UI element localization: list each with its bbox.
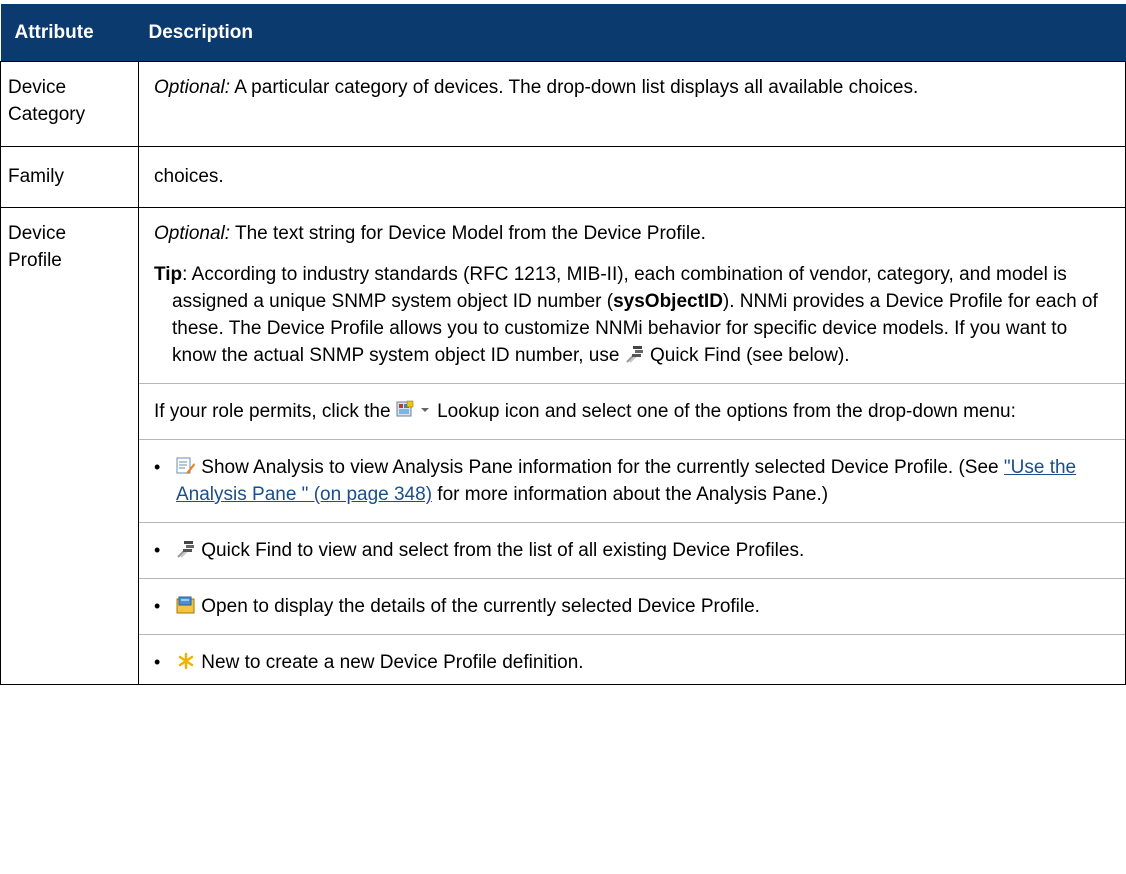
lookup-icon [396,400,418,420]
table-row: Device Profile Optional: The text string… [0,207,1126,685]
description-cell: Optional: The text string for Device Mod… [138,207,1126,685]
divider [139,383,1125,384]
list-item: • Quick Find to view and select from the… [154,537,1109,564]
attribute-name-line1: Device [8,77,67,98]
table-row: Family choices. [0,146,1126,208]
attribute-cell: Device Category [0,61,139,147]
show-analysis-icon [176,456,196,476]
description-body: A particular category of devices. The dr… [230,77,919,98]
dropdown-arrow-icon [418,400,432,420]
lookup-instructions: If your role permits, click the Lookup i… [154,398,1109,425]
bullet: • [154,457,161,477]
table-header-row: Attribute Description [0,4,1126,62]
bullet: • [154,596,161,616]
attribute-name-line2: Profile [8,250,62,271]
tip-block: Tip: According to industry standards (RF… [154,261,1109,369]
attribute-cell: Device Profile [0,207,139,685]
divider [139,578,1125,579]
lookup-text-1: If your role permits, click the [154,401,396,422]
optional-label: Optional: [154,77,231,98]
list-item: • Open to display the details of the cur… [154,593,1109,620]
tip-label: Tip [154,264,183,285]
description-text: choices. [154,166,224,187]
quick-find-text: Quick Find to view and select from the l… [196,540,805,561]
table-row: Device Category Optional: A particular c… [0,61,1126,147]
open-text: Open to display the details of the curre… [196,596,760,617]
attribute-name-line2: Category [8,104,86,125]
description-cell: Optional: A particular category of devic… [138,61,1126,147]
show-analysis-text: Show Analysis to view Analysis Pane info… [196,457,1004,478]
description-text: Optional: A particular category of devic… [154,74,1109,101]
list-item: • Show Analysis to view Analysis Pane in… [154,454,1109,508]
new-text: New to create a new Device Profile defin… [196,652,584,673]
quick-find-icon [176,539,196,559]
show-analysis-text-2: for more information about the Analysis … [432,484,829,505]
sysobjectid-term: sysObjectID [613,291,723,312]
optional-label: Optional: [154,223,231,244]
divider [139,439,1125,440]
lookup-text-2: Lookup icon and select one of the option… [431,401,1016,422]
description-body: The text string for Device Model from th… [230,223,706,244]
open-icon [176,595,196,615]
attribute-table: Attribute Description Device Category Op… [0,4,1126,685]
divider [139,634,1125,635]
attribute-name: Family [8,166,64,187]
lookup-options-list: • Show Analysis to view Analysis Pane in… [139,454,1125,676]
new-icon [176,651,196,671]
list-item: • New to create a new Device Profile def… [154,649,1109,676]
description-cell: choices. [138,146,1126,208]
description-text: Optional: The text string for Device Mod… [154,220,1109,247]
attribute-name-line1: Device [8,223,67,244]
attribute-cell: Family [0,146,139,208]
quick-find-icon [625,344,645,364]
bullet: • [154,652,161,672]
header-description: Description [138,4,1126,62]
divider [139,522,1125,523]
header-attribute: Attribute [0,4,139,62]
tip-text-3: Quick Find (see below). [644,345,850,366]
bullet: • [154,540,161,560]
